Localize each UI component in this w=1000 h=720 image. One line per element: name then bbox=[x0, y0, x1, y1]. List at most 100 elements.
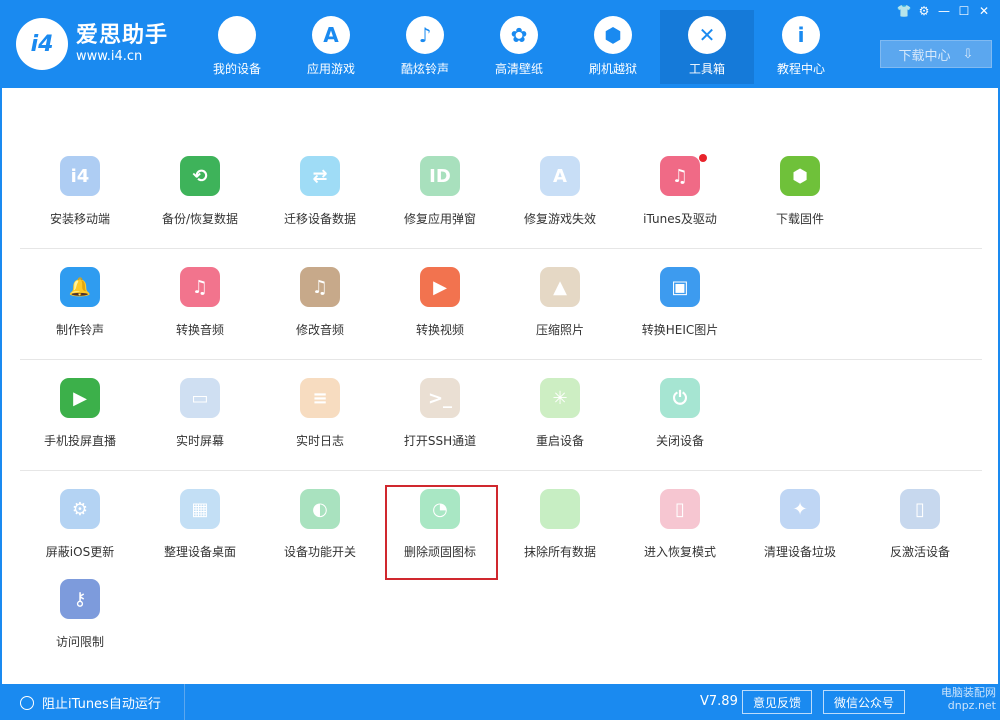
watermark-line1: 电脑装配网 bbox=[941, 686, 996, 699]
tool-label: 安装移动端 bbox=[49, 212, 110, 226]
skin-icon[interactable]: 👕 bbox=[894, 2, 914, 20]
tool-item[interactable]: ▯ 反激活设备 bbox=[860, 485, 980, 585]
tool-item[interactable]: ⚷ 访问限制 bbox=[20, 575, 140, 675]
i4-logo-icon: i4 bbox=[16, 18, 68, 70]
tool-item[interactable]: >_ 打开SSH通道 bbox=[380, 374, 500, 474]
nav-item[interactable]: ⬢ 刷机越狱 bbox=[566, 10, 660, 84]
play-video-icon: ▶ bbox=[420, 267, 460, 307]
settings-icon[interactable]: ⚙ bbox=[914, 2, 934, 20]
box-icon: ⬢ bbox=[594, 16, 632, 54]
cube-icon: ⬢ bbox=[780, 156, 820, 196]
nav-item[interactable]: ✕ 工具箱 bbox=[660, 10, 754, 84]
tool-label: 修复应用弹窗 bbox=[403, 212, 476, 226]
tool-item[interactable]: ID 修复应用弹窗 bbox=[380, 152, 500, 252]
tool-item[interactable]: ⟲ 备份/恢复数据 bbox=[140, 152, 260, 252]
bell-plus-icon: 🔔 bbox=[60, 267, 100, 307]
nav-label: 应用游戏 bbox=[306, 62, 355, 76]
phone-recovery-icon: ▯ bbox=[660, 489, 700, 529]
nav-label: 工具箱 bbox=[688, 62, 725, 76]
tool-item[interactable]: ⇄ 迁移设备数据 bbox=[260, 152, 380, 252]
tool-item[interactable]: ✦ 清理设备垃圾 bbox=[740, 485, 860, 585]
tool-label: 实时屏幕 bbox=[175, 434, 224, 448]
heic-photo-icon: ▣ bbox=[660, 267, 700, 307]
tool-label: 迁移设备数据 bbox=[283, 212, 356, 226]
tool-item[interactable]: ⚙ 屏蔽iOS更新 bbox=[20, 485, 140, 585]
tool-label: 重启设备 bbox=[535, 434, 584, 448]
tool-item[interactable]: ▯ 进入恢复模式 bbox=[620, 485, 740, 585]
nav-label: 刷机越狱 bbox=[588, 62, 637, 76]
download-center-button[interactable]: 下载中心 ⇩ bbox=[880, 40, 992, 68]
footer-divider bbox=[184, 684, 185, 720]
nav-item[interactable]: ✿ 高清壁纸 bbox=[472, 10, 566, 84]
tool-item[interactable]: ⬢ 下载固件 bbox=[740, 152, 860, 252]
tool-item[interactable]: 抹除所有数据 bbox=[500, 485, 620, 585]
tool-item[interactable]: ✳ 重启设备 bbox=[500, 374, 620, 474]
tool-label: 备份/恢复数据 bbox=[161, 212, 239, 226]
tool-label: 反激活设备 bbox=[889, 545, 950, 559]
nav-item[interactable]: ♪ 酷炫铃声 bbox=[378, 10, 472, 84]
wechat-button[interactable]: 微信公众号 bbox=[823, 690, 905, 714]
tool-item[interactable]: ▶ 转换视频 bbox=[380, 263, 500, 363]
tool-item[interactable]: ♫ 修改音频 bbox=[260, 263, 380, 363]
radio-icon[interactable] bbox=[20, 695, 34, 710]
app-logo: i4 爱思助手 www.i4.cn bbox=[16, 18, 168, 70]
apple-id-icon: ID bbox=[420, 156, 460, 196]
tool-item[interactable]: ♫ iTunes及驱动 bbox=[620, 152, 740, 252]
tool-item[interactable]: ⏻ 关闭设备 bbox=[620, 374, 740, 474]
tool-row: ⚙ 屏蔽iOS更新 ▦ 整理设备桌面 ◐ 设备功能开关 ◔ 删除顽固图标 抹除所有数据 ▯ 进入恢复… bbox=[20, 485, 980, 585]
app-url: www.i4.cn bbox=[76, 49, 143, 64]
nav-label: 酷炫铃声 bbox=[400, 62, 449, 76]
tool-label: 转换音频 bbox=[175, 323, 224, 337]
tool-label: 手机投屏直播 bbox=[43, 434, 116, 448]
app-store-icon: A bbox=[312, 16, 350, 54]
music-note-icon: ♫ bbox=[180, 267, 220, 307]
tool-item[interactable]: ◐ 设备功能开关 bbox=[260, 485, 380, 585]
tool-item[interactable]: ▲ 压缩照片 bbox=[500, 263, 620, 363]
close-button[interactable]: ✕ bbox=[974, 2, 994, 20]
tool-label: 关闭设备 bbox=[655, 434, 704, 448]
app-title: 爱思助手 bbox=[76, 23, 169, 48]
nav-label: 高清壁纸 bbox=[494, 62, 543, 76]
itunes-icon: ♫ bbox=[660, 156, 700, 196]
terminal-icon: >_ bbox=[420, 378, 460, 418]
screen-cast-icon: ▶ bbox=[60, 378, 100, 418]
tool-label: 下载固件 bbox=[775, 212, 824, 226]
restart-icon: ✳ bbox=[540, 378, 580, 418]
nav-item[interactable]: 我的设备 bbox=[190, 10, 284, 84]
tool-item[interactable]: ▣ 转换HEIC图片 bbox=[620, 263, 740, 363]
itunes-autorun-label: 阻止iTunes自动运行 bbox=[42, 697, 161, 712]
maximize-button[interactable]: ☐ bbox=[954, 2, 974, 20]
tool-item[interactable]: A 修复游戏失效 bbox=[500, 152, 620, 252]
download-icon: ⇩ bbox=[962, 46, 974, 62]
tool-item[interactable]: ≡ 实时日志 bbox=[260, 374, 380, 474]
broom-icon: ✦ bbox=[780, 489, 820, 529]
itunes-autorun-toggle[interactable]: 阻止iTunes自动运行 bbox=[20, 693, 161, 712]
nav-item[interactable]: A 应用游戏 bbox=[284, 10, 378, 84]
download-center-label: 下载中心 bbox=[898, 48, 951, 64]
toggle-icon: ◐ bbox=[300, 489, 340, 529]
tool-label: 设备功能开关 bbox=[283, 545, 356, 559]
tool-label: 整理设备桌面 bbox=[163, 545, 236, 559]
window-controls: 👕 ⚙ — ☐ ✕ bbox=[894, 2, 994, 20]
status-bar: 阻止iTunes自动运行 V7.89 意见反馈 微信公众号 电脑装配网 dnpz… bbox=[0, 684, 1000, 720]
tool-item[interactable]: i4 安装移动端 bbox=[20, 152, 140, 252]
tool-label: 转换视频 bbox=[415, 323, 464, 337]
tool-item[interactable]: ▶ 手机投屏直播 bbox=[20, 374, 140, 474]
log-document-icon: ≡ bbox=[300, 378, 340, 418]
tool-label: 访问限制 bbox=[55, 635, 104, 649]
backup-clock-icon: ⟲ bbox=[180, 156, 220, 196]
tool-item[interactable]: ▦ 整理设备桌面 bbox=[140, 485, 260, 585]
tool-label: 屏蔽iOS更新 bbox=[45, 545, 115, 559]
tool-row: 🔔 制作铃声 ♫ 转换音频 ♫ 修改音频 ▶ 转换视频 ▲ 压缩照片 ▣ 转换HEIC图片 bbox=[20, 263, 740, 363]
tool-item[interactable]: ♫ 转换音频 bbox=[140, 263, 260, 363]
tool-item[interactable]: ▭ 实时屏幕 bbox=[140, 374, 260, 474]
feedback-button[interactable]: 意见反馈 bbox=[742, 690, 812, 714]
minimize-button[interactable]: — bbox=[934, 2, 954, 20]
toolbox-panel: i4 安装移动端 ⟲ 备份/恢复数据 ⇄ 迁移设备数据 ID 修复应用弹窗 A 修复游戏失效 ♫ iT… bbox=[0, 88, 1000, 684]
main-nav: 我的设备 A 应用游戏 ♪ 酷炫铃声 ✿ 高清壁纸 ⬢ 刷机越狱 ✕ 工具箱 i 教程中心 bbox=[190, 10, 848, 84]
app-store-icon: A bbox=[540, 156, 580, 196]
nav-label: 教程中心 bbox=[776, 62, 825, 76]
nav-item[interactable]: i 教程中心 bbox=[754, 10, 848, 84]
tool-item[interactable]: 🔔 制作铃声 bbox=[20, 263, 140, 363]
watermark-line2: dnpz.net bbox=[947, 699, 996, 712]
